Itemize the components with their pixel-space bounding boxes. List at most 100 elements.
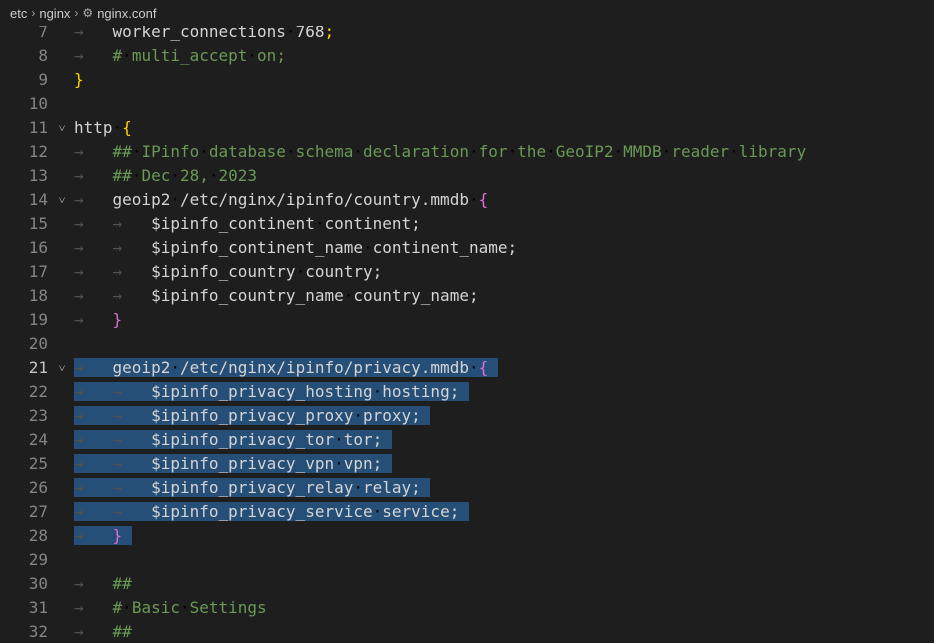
code-line[interactable]: 32 → ## xyxy=(0,620,934,643)
code-token: /etc/nginx/ipinfo/country.mmdb xyxy=(179,190,469,209)
line-number: 15 xyxy=(28,214,48,233)
code-token: database xyxy=(208,142,286,161)
code-token: } xyxy=(74,70,84,89)
code-line[interactable]: 29 xyxy=(0,548,934,572)
code-token: Dec xyxy=(141,166,171,185)
whitespace-dot: · xyxy=(247,46,258,65)
code-line[interactable]: 12 → ##·IPinfo·database·schema·declaratio… xyxy=(0,140,934,164)
whitespace-dot: · xyxy=(362,238,373,257)
code-line[interactable]: 9} xyxy=(0,68,934,92)
code-line[interactable]: 28 → } xyxy=(0,524,934,548)
code-token: schema xyxy=(295,142,354,161)
line-number: 11 xyxy=(28,118,48,137)
line-number: 27 xyxy=(28,502,48,521)
code-token: GeoIP2 xyxy=(555,142,614,161)
code-line[interactable]: 11 ˅ http·{ xyxy=(0,116,934,140)
code-line[interactable]: 26 → → $ipinfo_privacy_relay·relay; xyxy=(0,476,934,500)
whitespace-dot: · xyxy=(131,166,142,185)
indent-guide-arrow: → xyxy=(74,406,113,425)
breadcrumb: etc › nginx › ⚙ nginx.conf xyxy=(0,0,934,26)
code-line[interactable]: 10 xyxy=(0,92,934,116)
code-token: worker_connections xyxy=(112,26,286,41)
code-token: tor; xyxy=(343,430,383,449)
code-token: declaration xyxy=(363,142,469,161)
code-token: $ipinfo_country xyxy=(151,262,296,281)
code-line[interactable]: 15 → → $ipinfo_continent·continent; xyxy=(0,212,934,236)
indent-guide-arrow: → xyxy=(112,238,152,257)
line-number: 19 xyxy=(28,310,48,329)
code-text: } xyxy=(74,68,84,92)
code-token: 768 xyxy=(295,26,325,41)
chevron-right-icon: › xyxy=(31,6,36,20)
code-token: $ipinfo_privacy_tor xyxy=(151,430,335,449)
code-line[interactable]: 14 ˅ → geoip2·/etc/nginx/ipinfo/country.mm… xyxy=(0,188,934,212)
code-line[interactable]: 21 ˅ → geoip2·/etc/nginx/ipinfo/privacy.mm… xyxy=(0,356,934,380)
line-number: 20 xyxy=(28,334,48,353)
fold-chevron-down-icon[interactable]: ˅ xyxy=(55,116,69,140)
line-number: 13 xyxy=(28,166,48,185)
whitespace-dot: · xyxy=(661,142,672,161)
code-token: ; xyxy=(324,26,335,41)
code-text: → ##·Dec·28,·2023 xyxy=(74,164,257,188)
breadcrumb-item-etc[interactable]: etc xyxy=(10,6,27,21)
code-line[interactable]: 30 → ## xyxy=(0,572,934,596)
whitespace-dot: · xyxy=(468,190,479,209)
code-line[interactable]: 13 → ##·Dec·28,·2023 xyxy=(0,164,934,188)
code-line[interactable]: 22 → → $ipinfo_privacy_hosting·hosting; xyxy=(0,380,934,404)
code-token: library xyxy=(738,142,807,161)
code-token: vpn; xyxy=(343,454,383,473)
code-token: } xyxy=(112,310,123,329)
code-token: 28, xyxy=(179,166,209,185)
code-line[interactable]: 16 → → $ipinfo_continent_name·continent_n… xyxy=(0,236,934,260)
indent-guide-arrow: → xyxy=(112,406,152,425)
code-token: continent; xyxy=(324,214,421,233)
code-token: $ipinfo_privacy_vpn xyxy=(151,454,335,473)
fold-chevron-down-icon[interactable]: ˅ xyxy=(55,188,69,212)
code-text: → geoip2·/etc/nginx/ipinfo/privacy.mmdb·… xyxy=(74,356,498,380)
code-text: → #·Basic·Settings xyxy=(74,596,267,620)
code-token: ## xyxy=(112,142,132,161)
code-text: → geoip2·/etc/nginx/ipinfo/country.mmdb·… xyxy=(74,188,488,212)
code-text: → → $ipinfo_country·country; xyxy=(74,260,382,284)
line-number: 18 xyxy=(28,286,48,305)
whitespace-dot: · xyxy=(334,454,344,473)
breadcrumb-item-file[interactable]: nginx.conf xyxy=(97,6,156,21)
code-line[interactable]: 7 → worker_connections·768; xyxy=(0,26,934,44)
indent-guide-arrow: → xyxy=(74,214,113,233)
line-number: 7 xyxy=(38,26,48,41)
code-line[interactable]: 20 xyxy=(0,332,934,356)
code-line[interactable]: 25 → → $ipinfo_privacy_vpn·vpn; xyxy=(0,452,934,476)
indent-guide-arrow: → xyxy=(74,26,113,41)
whitespace-dot: · xyxy=(353,142,364,161)
whitespace-dot: · xyxy=(468,358,479,377)
line-number: 9 xyxy=(38,70,48,89)
code-text: http·{ xyxy=(74,116,132,140)
line-number: 29 xyxy=(28,550,48,569)
code-token: ## xyxy=(112,166,132,185)
code-token: $ipinfo_continent_name xyxy=(151,238,363,257)
code-editor[interactable]: 7 → worker_connections · 768; 8 → #·multi_acc… xyxy=(0,26,934,643)
whitespace-dot: · xyxy=(372,382,383,401)
indent-guide-arrow: → xyxy=(74,358,113,377)
code-line[interactable]: 27 → → $ipinfo_privacy_service·service; xyxy=(0,500,934,524)
line-number: 12 xyxy=(28,142,48,161)
code-token: MMDB xyxy=(623,142,662,161)
code-line[interactable]: 18 → → $ipinfo_country_name·country_name; xyxy=(0,284,934,308)
code-token: { xyxy=(478,358,489,377)
whitespace-dot: · xyxy=(353,478,363,497)
indent-guide-arrow: → xyxy=(74,142,113,161)
code-text: → ## xyxy=(74,620,132,643)
code-line[interactable]: 31 → #·Basic·Settings xyxy=(0,596,934,620)
code-token: 2023 xyxy=(218,166,258,185)
code-line[interactable]: 17 → → $ipinfo_country·country; xyxy=(0,260,934,284)
code-line[interactable]: 19 → } xyxy=(0,308,934,332)
fold-chevron-down-icon[interactable]: ˅ xyxy=(55,356,69,380)
indent-guide-arrow: → xyxy=(74,382,113,401)
code-line[interactable]: 24 → → $ipinfo_privacy_tor·tor; xyxy=(0,428,934,452)
code-text: → } xyxy=(74,524,132,548)
whitespace-dot: · xyxy=(131,142,142,161)
breadcrumb-item-nginx[interactable]: nginx xyxy=(39,6,70,21)
code-text: → → $ipinfo_privacy_proxy·proxy; xyxy=(74,404,431,428)
code-line[interactable]: 8 → #·multi_accept·on; xyxy=(0,44,934,68)
code-line[interactable]: 23 → → $ipinfo_privacy_proxy·proxy; xyxy=(0,404,934,428)
